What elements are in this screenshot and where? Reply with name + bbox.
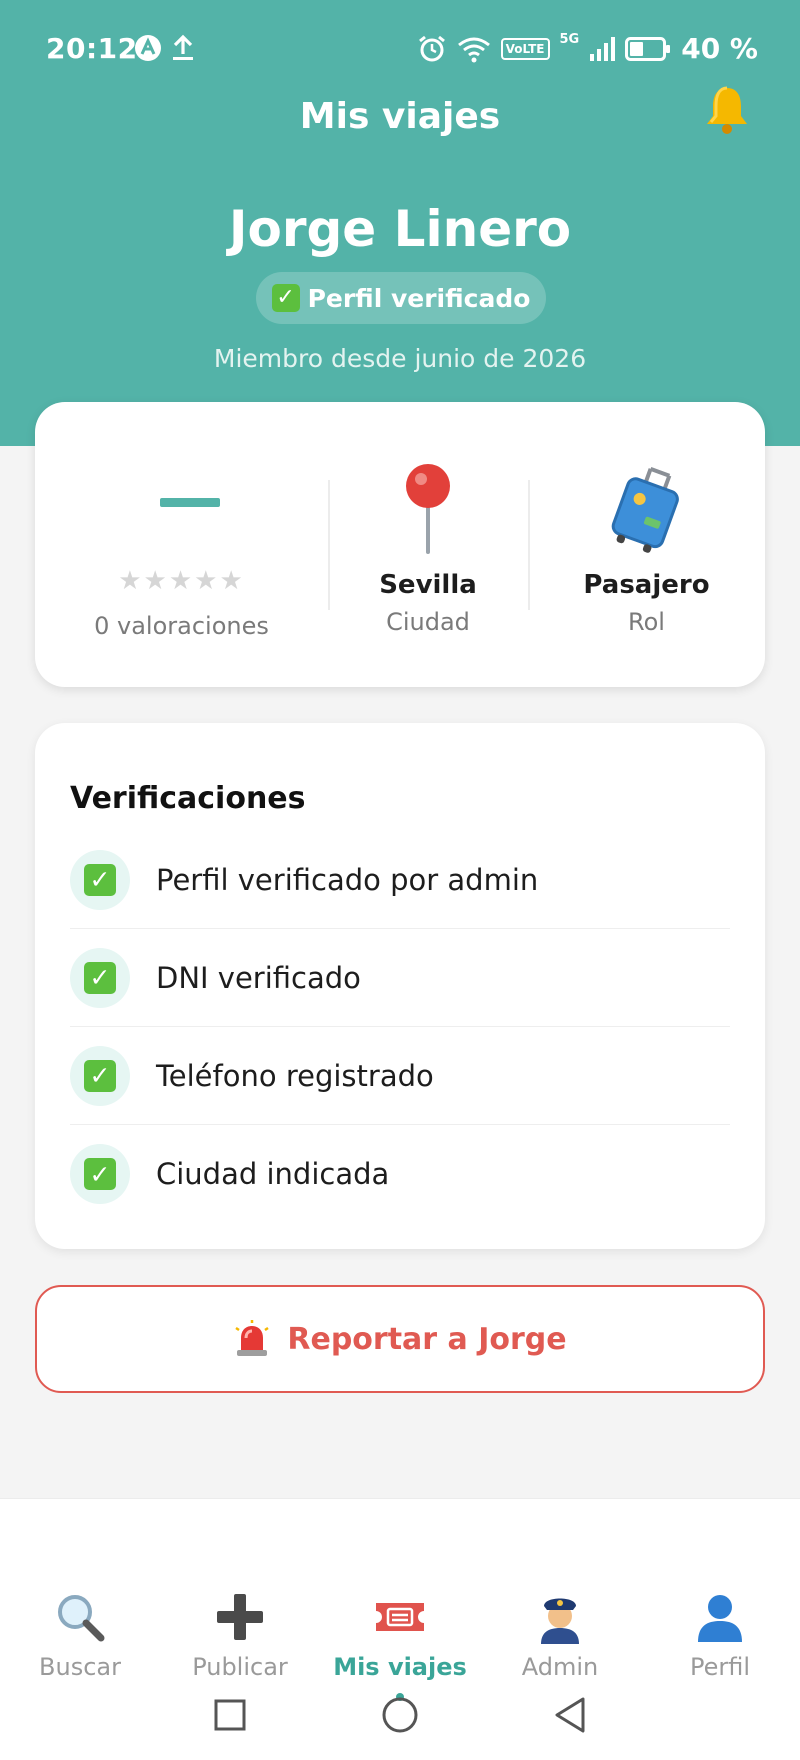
battery-icon	[625, 36, 671, 61]
battery-percent: 40 %	[681, 32, 758, 65]
triangle-back-icon	[555, 1697, 585, 1733]
bell-icon[interactable]	[702, 84, 752, 136]
verification-label: DNI verificado	[156, 960, 361, 995]
list-item: ✓ Perfil verificado por admin	[70, 831, 730, 929]
volte-badge: VoLTE	[500, 37, 550, 60]
role-stat: Pasajero Rol	[528, 402, 765, 687]
app-notification-icon	[135, 35, 161, 61]
list-item: ✓ DNI verificado	[70, 929, 730, 1027]
network-type: 5G	[559, 32, 580, 47]
checkmark-icon: ✓	[84, 1158, 116, 1190]
verifications-title: Verificaciones	[70, 781, 306, 816]
checkmark-icon: ✓	[84, 961, 116, 994]
nav-label: Publicar	[192, 1653, 288, 1681]
rating-stat: ★★★★★ 0 valoraciones	[35, 402, 328, 687]
nav-item-perfil[interactable]: Perfil	[640, 1589, 800, 1681]
rating-count: 0 valoraciones	[94, 612, 269, 640]
luggage-icon	[611, 466, 679, 553]
rating-stars: ★★★★★	[118, 566, 245, 596]
nav-item-admin[interactable]: Admin	[480, 1589, 640, 1681]
city-label: Ciudad	[386, 608, 470, 636]
city-value: Sevilla	[379, 570, 477, 600]
system-nav-bar	[0, 1690, 800, 1740]
nav-label: Admin	[521, 1653, 599, 1681]
report-user-button[interactable]: Reportar a Jorge	[35, 1285, 765, 1393]
verifications-card: Verificaciones ✓ Perfil verificado por a…	[35, 723, 765, 1249]
recent-apps-button[interactable]	[205, 1690, 255, 1740]
profile-name: Jorge Linero	[228, 200, 572, 258]
page-title: Mis viajes	[299, 96, 501, 137]
alarm-icon	[418, 35, 445, 61]
role-label: Rol	[628, 608, 665, 636]
verifications-list: ✓ Perfil verificado por admin ✓ DNI veri…	[70, 831, 730, 1223]
plus-icon	[217, 1594, 263, 1640]
nav-label: Perfil	[689, 1653, 751, 1681]
wifi-icon	[457, 37, 490, 62]
pushpin-icon	[406, 464, 450, 554]
member-since: Miembro desde junio de 2026	[213, 344, 587, 373]
home-button[interactable]	[375, 1690, 425, 1740]
verified-label: Perfil verificado	[307, 283, 531, 313]
nav-item-mis-viajes[interactable]: Mis viajes	[320, 1589, 480, 1701]
profile-header: 20:12 VoLTE 5G 40 % Mis viajes Jorge Lin…	[0, 0, 800, 446]
verified-badge: ✓ Perfil verificado	[256, 272, 546, 324]
list-item: ✓ Teléfono registrado	[70, 1027, 730, 1125]
magnifier-icon	[58, 1595, 105, 1642]
ticket-icon	[376, 1603, 424, 1631]
stats-card: ★★★★★ 0 valoraciones Sevilla Ciudad Pasa…	[35, 402, 765, 687]
status-bar: 20:12 VoLTE 5G 40 %	[0, 28, 800, 70]
status-time: 20:12	[46, 32, 138, 65]
siren-icon	[235, 1320, 270, 1356]
verification-label: Ciudad indicada	[156, 1157, 390, 1191]
checkmark-icon: ✓	[84, 863, 116, 896]
nav-label: Buscar	[39, 1653, 121, 1681]
signal-icon	[590, 36, 616, 61]
checkmark-icon: ✓	[271, 284, 300, 312]
square-icon	[214, 1699, 246, 1731]
verification-label: Perfil verificado por admin	[156, 862, 539, 897]
person-icon	[698, 1595, 742, 1642]
back-button[interactable]	[545, 1690, 595, 1740]
upload-icon	[173, 34, 193, 60]
rating-value	[160, 498, 220, 507]
list-item: ✓ Ciudad indicada	[70, 1125, 730, 1223]
verification-label: Teléfono registrado	[156, 1058, 434, 1093]
nav-item-publicar[interactable]: Publicar	[160, 1589, 320, 1681]
police-officer-icon	[541, 1598, 579, 1644]
nav-label: Mis viajes	[333, 1653, 467, 1681]
checkmark-icon: ✓	[84, 1059, 116, 1092]
circle-icon	[382, 1697, 418, 1733]
nav-item-buscar[interactable]: Buscar	[0, 1589, 160, 1681]
report-label: Reportar a Jorge	[287, 1321, 567, 1357]
city-stat: Sevilla Ciudad	[328, 402, 528, 687]
role-value: Pasajero	[583, 570, 710, 600]
